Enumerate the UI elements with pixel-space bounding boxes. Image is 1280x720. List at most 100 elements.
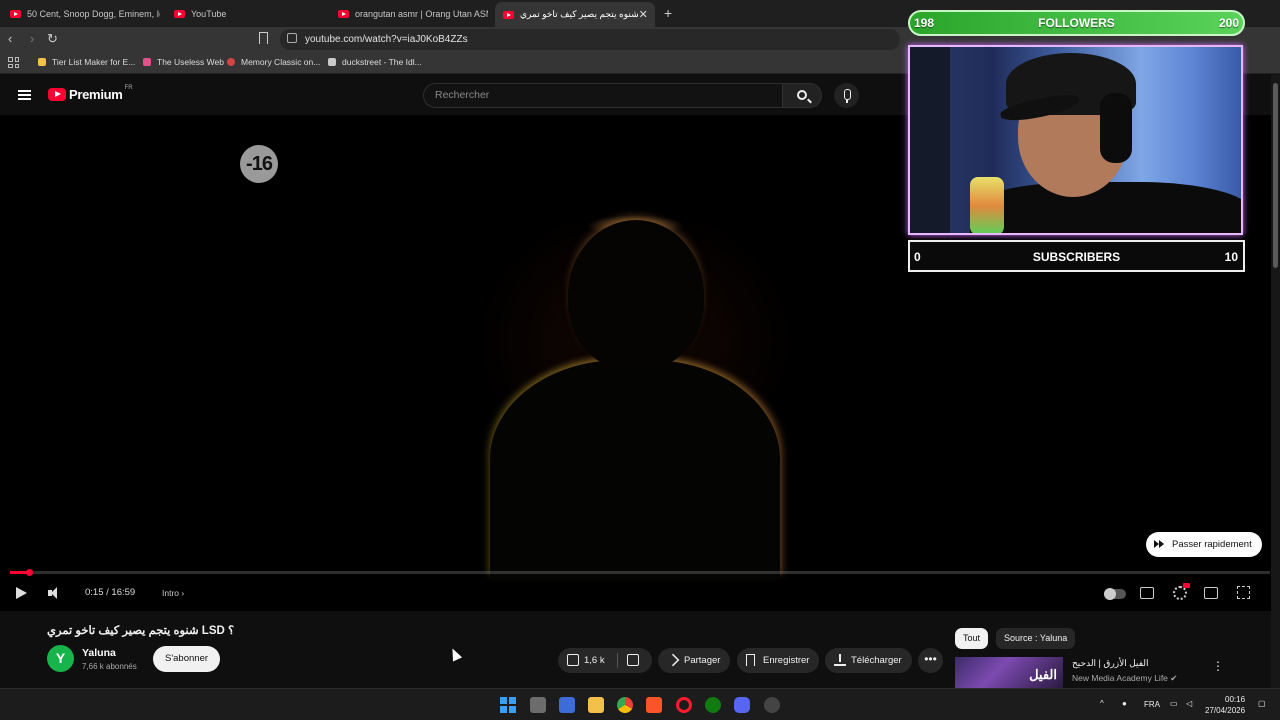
webcam-headset	[1100, 93, 1132, 163]
site-info-icon[interactable]	[287, 33, 297, 43]
search-icon	[797, 90, 807, 100]
bookmark-tier-list[interactable]: Tier List Maker for E...	[38, 57, 135, 67]
brave-browser-icon[interactable]	[646, 697, 662, 713]
miniplayer-icon[interactable]	[1204, 587, 1218, 599]
tab-current-video[interactable]: شنوه يتجم يصير كيف تاخو تمري ✕	[495, 2, 655, 27]
bookmark-icon[interactable]	[259, 32, 268, 44]
clock-date: 27/04/2026	[1205, 706, 1246, 715]
scrubber-handle[interactable]	[25, 569, 33, 576]
network-icon[interactable]: ▭	[1170, 699, 1178, 708]
bookmark-memory-classic[interactable]: Memory Classic on...	[227, 57, 320, 67]
opera-gx-icon[interactable]	[676, 697, 692, 713]
bookmark-favicon-icon	[38, 58, 46, 66]
input-language[interactable]: FRA	[1144, 700, 1160, 709]
tab-youtube[interactable]: YouTube	[174, 4, 324, 24]
menu-icon[interactable]	[18, 90, 31, 100]
chip-source-channel[interactable]: Source : Yaluna	[996, 628, 1076, 649]
microsoft-store-icon[interactable]	[559, 697, 575, 713]
country-code: FR	[124, 84, 133, 91]
close-tab-icon[interactable]: ✕	[639, 8, 648, 21]
scrollbar-thumb[interactable]	[1273, 83, 1278, 268]
file-explorer-icon[interactable]	[588, 697, 604, 713]
tab-label: orangutan asmr | Orang Utan ASMR	[355, 9, 488, 19]
time-display: 0:15 / 16:59	[85, 587, 136, 598]
share-label: Partager	[684, 655, 721, 666]
taskbar-clock[interactable]: 00:16 27/04/2026	[1205, 694, 1245, 716]
download-icon	[834, 654, 846, 666]
bookmark-favicon-icon	[143, 58, 151, 66]
microphone-tray-icon[interactable]: ●	[1122, 699, 1127, 708]
channel-avatar[interactable]: Y	[47, 645, 74, 672]
forward-icon[interactable]: ›	[30, 31, 34, 46]
new-tab-button[interactable]: +	[664, 5, 672, 21]
bookmark-duckstreet[interactable]: duckstreet - The Idl...	[328, 57, 422, 67]
tab-50-cent[interactable]: 50 Cent, Snoop Dogg, Eminem, Ice C	[10, 4, 160, 24]
youtube-premium-logo[interactable]: Premium FR	[48, 84, 133, 102]
back-icon[interactable]: ‹	[8, 31, 12, 46]
bookmark-label: duckstreet - The Idl...	[342, 57, 422, 67]
windows-start-icon[interactable]	[500, 697, 516, 713]
bookmark-label: Tier List Maker for E...	[52, 57, 136, 67]
chrome-icon[interactable]	[617, 697, 633, 713]
apps-grid-icon[interactable]	[8, 57, 19, 68]
followers-goal: 200	[1218, 16, 1239, 30]
download-label: Télécharger	[851, 655, 902, 666]
chapter-button[interactable]: Intro ›	[162, 588, 184, 598]
followers-goal-bar: 198 FOLLOWERS 200	[908, 10, 1245, 36]
share-button[interactable]: Partager	[658, 648, 731, 673]
speaker-icon[interactable]: ◁	[1186, 699, 1192, 708]
play-icon[interactable]	[16, 587, 27, 599]
tab-label: 50 Cent, Snoop Dogg, Eminem, Ice C	[27, 9, 160, 19]
save-bookmark-icon	[746, 654, 755, 666]
app-notification-icon[interactable]	[764, 697, 780, 713]
reload-icon[interactable]: ↻	[47, 31, 58, 47]
url-text: youtube.com/watch?v=iaJ0KoB4ZZs	[305, 34, 468, 45]
subscribe-button[interactable]: S'abonner	[153, 646, 221, 672]
tab-orangutan-asmr[interactable]: orangutan asmr | Orang Utan ASMR	[338, 4, 488, 24]
search-button[interactable]	[782, 83, 822, 108]
webcam-rgb-mic	[970, 177, 1004, 233]
volume-icon[interactable]	[48, 587, 62, 600]
task-view-icon[interactable]	[530, 697, 546, 713]
more-actions-button[interactable]: •••	[918, 648, 943, 673]
webcam-person-body	[970, 182, 1241, 233]
tab-label: شنوه يتجم يصير كيف تاخو تمري	[520, 9, 639, 19]
notifications-icon[interactable]: ▢	[1258, 699, 1266, 708]
fullscreen-icon[interactable]	[1237, 586, 1250, 599]
discord-icon[interactable]	[734, 697, 750, 713]
youtube-logo-icon	[48, 88, 66, 101]
autoplay-toggle[interactable]	[1104, 588, 1126, 600]
windows-taskbar: ^ ● FRA ▭ ◁ 00:16 27/04/2026 ▢	[0, 688, 1280, 720]
video-info-section: شنوه يتجم يصير كيف تاخو تمري LSD ؟ Y Yal…	[0, 611, 1280, 688]
video-title: شنوه يتجم يصير كيف تاخو تمري LSD ؟	[47, 625, 235, 637]
video-silhouette-head	[568, 220, 704, 370]
share-icon	[666, 653, 680, 667]
verified-icon: ✔	[1170, 673, 1178, 683]
chip-all[interactable]: Tout	[955, 628, 989, 649]
save-button[interactable]: Enregistrer	[737, 648, 820, 673]
search-input[interactable]: Rechercher	[423, 83, 782, 108]
system-tray-chevron-icon[interactable]: ^	[1100, 699, 1104, 708]
xbox-icon[interactable]	[705, 697, 721, 713]
skip-forward-button[interactable]: Passer rapidement	[1146, 532, 1262, 557]
channel-name[interactable]: Yaluna	[82, 647, 116, 659]
progress-bar[interactable]	[10, 569, 1270, 576]
page-scrollbar[interactable]	[1271, 75, 1280, 688]
bookmark-favicon-icon	[227, 58, 235, 66]
address-bar[interactable]: youtube.com/watch?v=iaJ0KoB4ZZs	[280, 29, 900, 50]
download-button[interactable]: Télécharger	[825, 648, 912, 673]
bookmark-useless-web[interactable]: The Useless Web	[143, 57, 224, 67]
subscribers-goal-bar: 0 SUBSCRIBERS 10	[908, 240, 1245, 272]
recommended-video-thumbnail[interactable]: الفيل	[955, 657, 1063, 688]
subtitles-icon[interactable]	[1140, 587, 1154, 599]
recommended-video-menu-icon[interactable]: ⋮	[1212, 659, 1224, 673]
recommended-video-title[interactable]: الفيل الأزرق | الدحيح	[1072, 658, 1149, 669]
voice-search-icon[interactable]	[834, 83, 859, 108]
fast-forward-icon	[1154, 539, 1164, 548]
thumbs-down-icon[interactable]	[627, 654, 639, 666]
settings-gear-icon[interactable]	[1173, 583, 1190, 600]
like-button[interactable]: 1,6 k	[558, 648, 652, 673]
youtube-favicon-icon	[174, 10, 185, 18]
subscribers-label: SUBSCRIBERS	[1032, 250, 1121, 264]
bookmark-favicon-icon	[328, 58, 336, 66]
